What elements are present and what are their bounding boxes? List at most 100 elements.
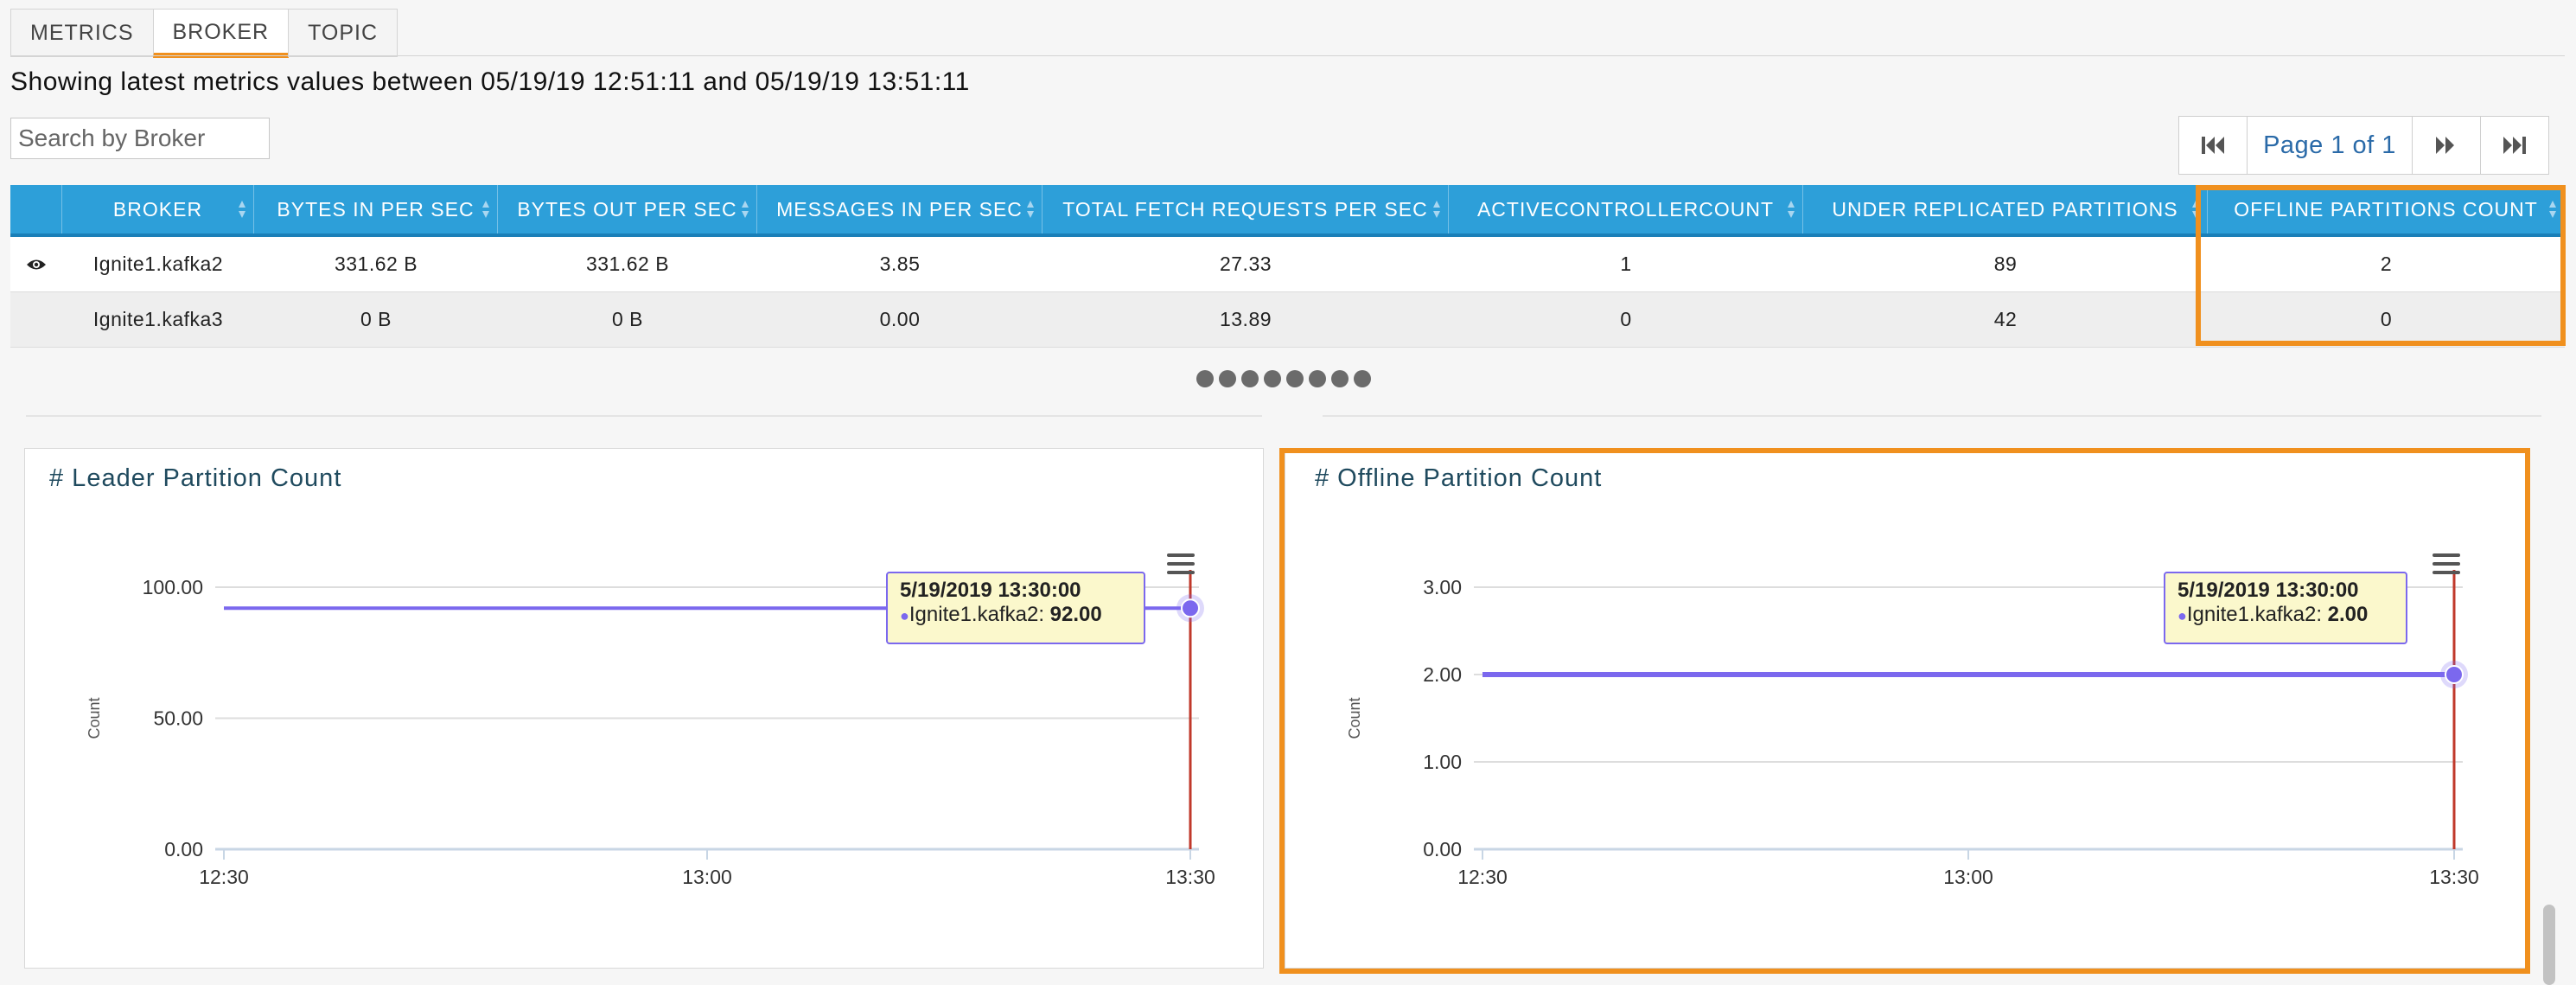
broker-metrics-table: BROKER BYTES IN PER SEC BYTES OUT PER SE… [10, 185, 2565, 348]
dot [1264, 370, 1281, 387]
dot [1196, 370, 1214, 387]
dot [1286, 370, 1304, 387]
column-header-bytes-in[interactable]: BYTES IN PER SEC [254, 185, 498, 233]
y-tick-label: 50.00 [153, 707, 203, 730]
column-header-messages-in[interactable]: MESSAGES IN PER SEC [757, 185, 1043, 233]
column-header-broker[interactable]: BROKER [62, 185, 254, 233]
cell-total-fetch: 13.89 [1219, 308, 1272, 330]
section-divider [1323, 415, 2541, 417]
column-header-label: OFFLINE PARTITIONS COUNT [2234, 197, 2538, 221]
chart-menu-button[interactable] [2432, 551, 2461, 581]
hamburger-menu-icon [2433, 553, 2460, 574]
column-header-label: MESSAGES IN PER SEC [776, 197, 1023, 221]
first-page-icon [2202, 137, 2224, 154]
cell-under-replicated: 89 [1993, 253, 2018, 275]
sort-icon [1433, 201, 1440, 218]
tooltip-date: 5/19/2019 13:30:00 [900, 579, 1081, 602]
sort-icon [239, 201, 245, 218]
dot [1331, 370, 1349, 387]
tab-bar: METRICS BROKER TOPIC [10, 9, 399, 58]
cell-bytes-in: 331.62 B [334, 253, 418, 275]
first-page-button[interactable] [2179, 117, 2248, 174]
cell-offline-partitions: 0 [2380, 308, 2393, 330]
cell-bytes-out: 0 B [611, 308, 644, 330]
column-header-offline-partitions[interactable]: OFFLINE PARTITIONS COUNT [2208, 185, 2565, 233]
y-axis-label: Count [86, 697, 103, 739]
column-header-icon [10, 185, 62, 233]
tooltip-value: 2.00 [2327, 603, 2369, 626]
y-tick-label: 100.00 [143, 576, 203, 598]
column-header-total-fetch[interactable]: TOTAL FETCH REQUESTS PER SEC [1043, 185, 1449, 233]
search-broker-input[interactable] [10, 118, 270, 159]
sort-icon [2192, 201, 2199, 218]
eye-icon [27, 259, 46, 269]
cell-total-fetch: 27.33 [1219, 253, 1272, 275]
x-tick-label: 12:30 [1457, 866, 1508, 888]
sort-icon [482, 201, 489, 218]
x-tick-label: 13:00 [682, 866, 732, 888]
offline-partition-chart: 0.00 1.00 2.00 3.00 12:30 13:00 13:30 Count [1346, 570, 2479, 888]
tooltip-series: Ignite1.kafka2: [2186, 603, 2322, 626]
cell-bytes-out: 331.62 B [585, 253, 670, 275]
tab-topic[interactable]: TOPIC [288, 9, 399, 57]
x-tick-label: 12:30 [199, 866, 249, 888]
section-divider [26, 415, 1262, 417]
sort-icon [1027, 201, 1034, 218]
tab-metrics[interactable]: METRICS [10, 9, 154, 57]
table-row[interactable]: Ignite1.kafka2 331.62 B 331.62 B 3.85 27… [10, 237, 2565, 292]
offline-partition-chart-panel: # Offline Partition Count 0.00 1.00 2.00 3.… [1285, 448, 2529, 969]
last-page-button[interactable] [2481, 117, 2548, 174]
cell-active-controller: 0 [1620, 308, 1632, 330]
y-tick-label: 2.00 [1423, 663, 1462, 686]
dot [1354, 370, 1371, 387]
y-tick-label: 0.00 [1423, 838, 1462, 860]
sort-icon [742, 201, 749, 218]
next-page-icon [2436, 137, 2454, 154]
x-tick-label: 13:30 [2429, 866, 2479, 888]
loading-dots [1196, 370, 1371, 387]
column-header-label: TOTAL FETCH REQUESTS PER SEC [1062, 197, 1428, 221]
column-header-label: ACTIVECONTROLLERCOUNT [1476, 197, 1775, 221]
cell-messages-in: 0.00 [879, 308, 921, 330]
cell-under-replicated: 42 [1993, 308, 2018, 330]
dot [1241, 370, 1259, 387]
tooltip-bullet: ● [900, 607, 909, 624]
column-header-label: BROKER [112, 197, 203, 221]
column-header-active-controller[interactable]: ACTIVECONTROLLERCOUNT [1449, 185, 1803, 233]
x-tick-label: 13:30 [1165, 866, 1215, 888]
tab-divider [10, 55, 2565, 56]
y-tick-label: 3.00 [1423, 576, 1462, 598]
y-tick-label: 1.00 [1423, 751, 1462, 773]
leader-partition-chart-panel: # Leader Partition Count 0.00 50.00 100.00… [24, 448, 1264, 969]
y-axis-label: Count [1346, 697, 1363, 739]
data-point [2445, 665, 2464, 684]
chart-tooltip: 5/19/2019 13:30:00 ●Ignite1.kafka2: 2.00 [2164, 572, 2407, 644]
chart-menu-button[interactable] [1166, 551, 1196, 581]
cell-broker: Ignite1.kafka2 [92, 253, 224, 275]
column-header-label: BYTES OUT PER SEC [517, 197, 737, 221]
time-range-text: Showing latest metrics values between 05… [10, 67, 970, 96]
sort-icon [2549, 201, 2556, 218]
y-tick-label: 0.00 [164, 838, 203, 860]
dot [1219, 370, 1236, 387]
tooltip-series-row: ●Ignite1.kafka2: 92.00 [900, 603, 1132, 627]
cell-active-controller: 1 [1620, 253, 1632, 275]
leader-partition-chart: 0.00 50.00 100.00 12:30 13:00 13:30 Count [86, 570, 1215, 888]
x-tick-label: 13:00 [1943, 866, 1993, 888]
page-scrollbar[interactable] [2543, 905, 2555, 985]
cell-bytes-in: 0 B [360, 308, 392, 330]
dot [1309, 370, 1326, 387]
cell-messages-in: 3.85 [879, 253, 921, 275]
column-header-bytes-out[interactable]: BYTES OUT PER SEC [498, 185, 757, 233]
column-header-under-replicated[interactable]: UNDER REPLICATED PARTITIONS [1803, 185, 2208, 233]
sort-icon [1788, 201, 1795, 218]
tooltip-series: Ignite1.kafka2: [909, 603, 1044, 626]
table-row[interactable]: Ignite1.kafka3 0 B 0 B 0.00 13.89 0 42 0 [10, 292, 2565, 348]
tooltip-date: 5/19/2019 13:30:00 [2177, 579, 2359, 602]
tooltip-bullet: ● [2177, 607, 2187, 624]
column-header-label: BYTES IN PER SEC [277, 197, 475, 221]
next-page-button[interactable] [2413, 117, 2481, 174]
tab-broker[interactable]: BROKER [152, 9, 290, 58]
row-eye-cell[interactable] [10, 237, 62, 291]
hamburger-menu-icon [1167, 553, 1195, 574]
